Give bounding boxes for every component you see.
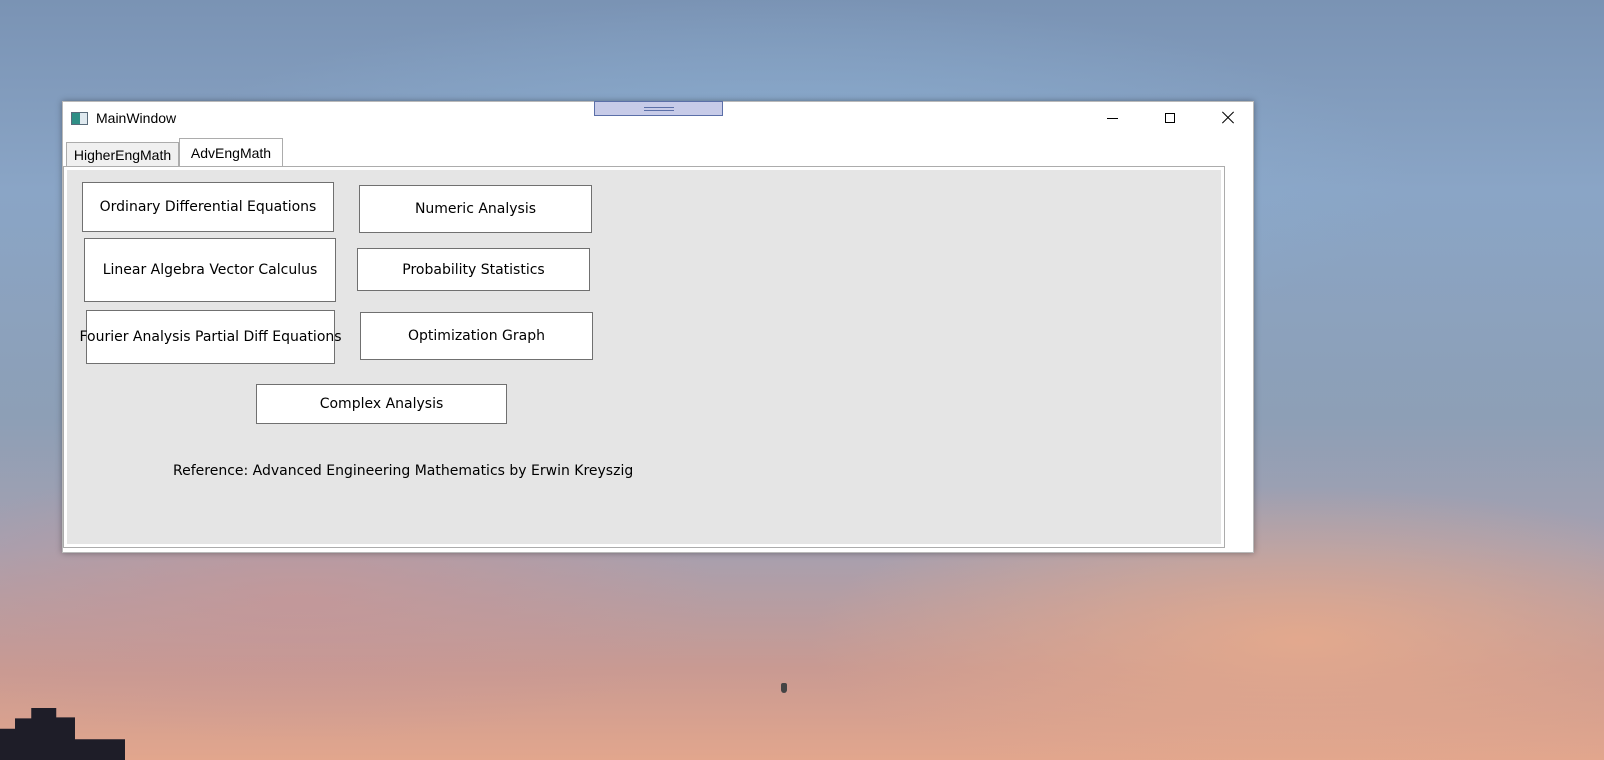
tab-advengmath[interactable]: AdvEngMath — [179, 138, 283, 166]
close-icon — [1221, 111, 1235, 125]
ode-button[interactable]: Ordinary Differential Equations — [82, 182, 334, 232]
main-window: MainWindow HigherEngMath AdvEngMath Ordi… — [62, 101, 1254, 553]
linear-algebra-button[interactable]: Linear Algebra Vector Calculus — [84, 238, 336, 302]
maximize-button[interactable] — [1141, 102, 1199, 134]
minimize-icon — [1106, 117, 1118, 119]
tab-panel: Ordinary Differential Equations Numeric … — [63, 166, 1225, 548]
numeric-analysis-button[interactable]: Numeric Analysis — [359, 185, 592, 233]
optimization-graph-button[interactable]: Optimization Graph — [360, 312, 593, 360]
reference-text: Reference: Advanced Engineering Mathemat… — [173, 463, 634, 479]
minimize-button[interactable] — [1083, 102, 1141, 134]
complex-analysis-button[interactable]: Complex Analysis — [256, 384, 507, 424]
window-title: MainWindow — [96, 110, 177, 126]
panel-content: Ordinary Differential Equations Numeric … — [67, 170, 1221, 544]
title-bar[interactable]: MainWindow — [63, 101, 1253, 134]
building-silhouette — [0, 708, 125, 760]
probability-statistics-button[interactable]: Probability Statistics — [357, 248, 590, 291]
maximize-icon — [1165, 113, 1175, 123]
close-button[interactable] — [1199, 102, 1257, 134]
drag-handle[interactable] — [594, 101, 723, 116]
fourier-analysis-button[interactable]: Fourier Analysis Partial Diff Equations — [79, 310, 342, 364]
tab-higherengmath[interactable]: HigherEngMath — [66, 142, 179, 166]
mouse-cursor — [781, 683, 787, 693]
app-icon — [71, 112, 88, 125]
